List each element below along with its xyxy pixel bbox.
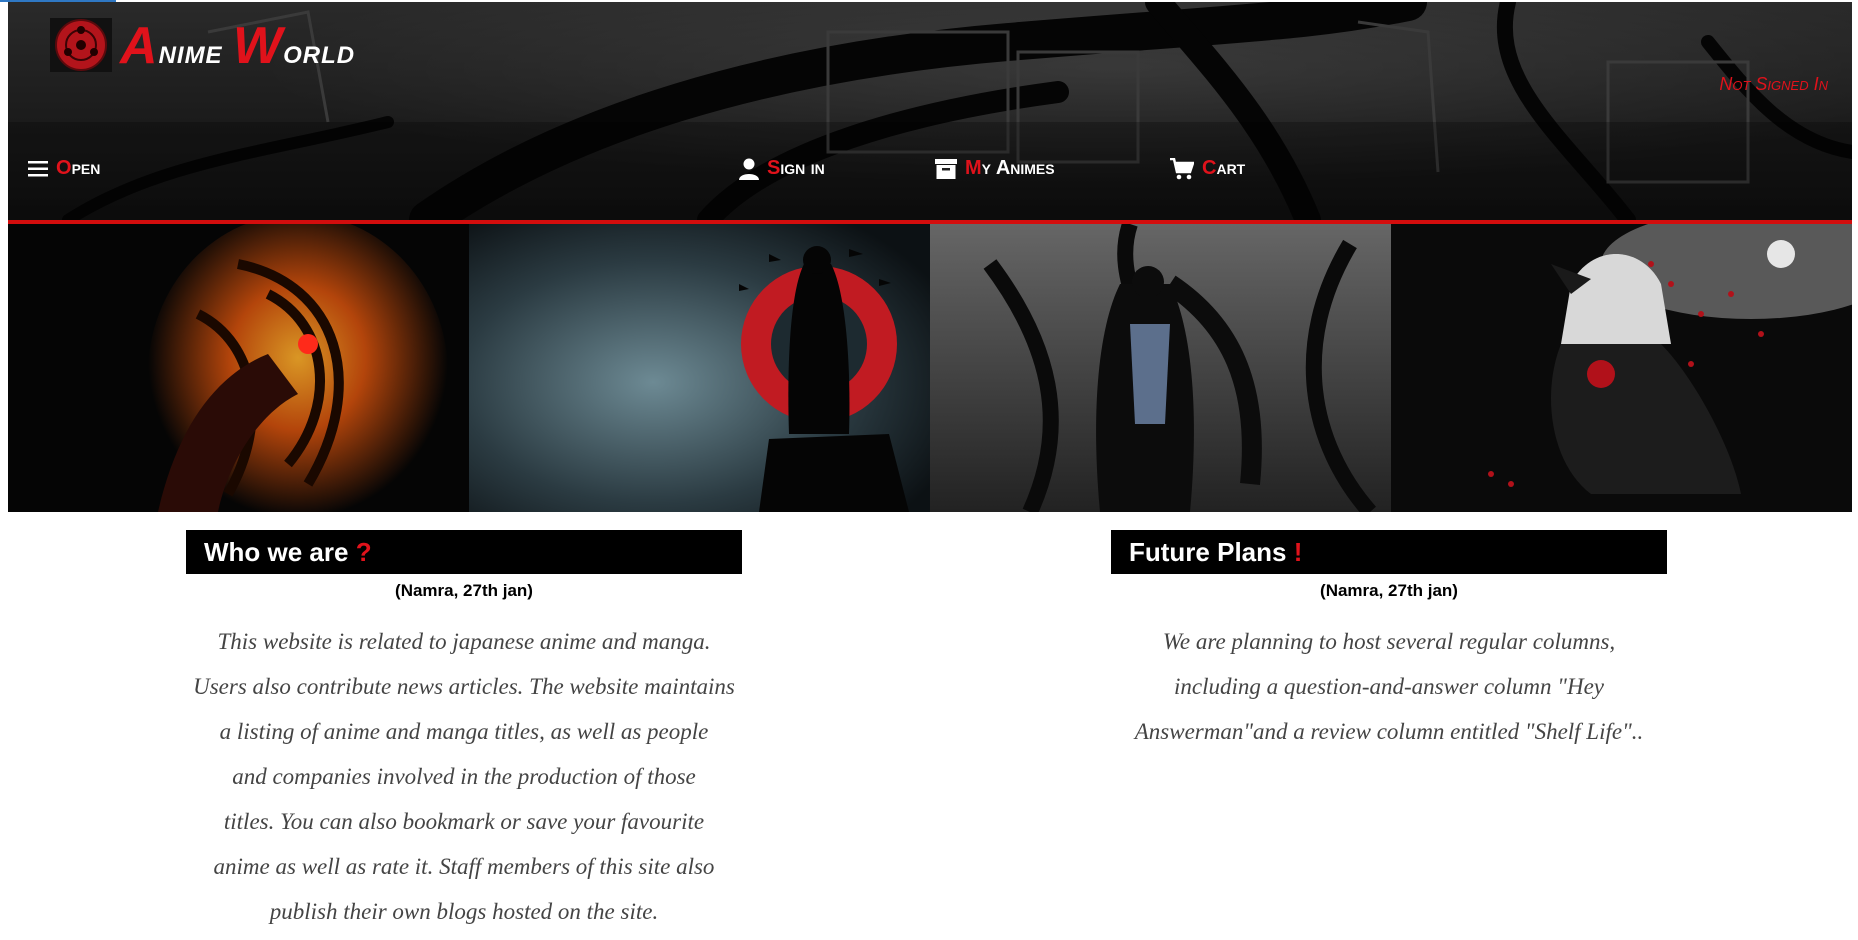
hamburger-icon — [28, 160, 48, 176]
section-who-we-are: Who we are ? (Namra, 27th jan) This webs… — [186, 530, 742, 934]
nav-sign-in[interactable]: Sign in — [739, 157, 825, 180]
logo-initial-w: W — [233, 17, 284, 75]
cart-icon — [1170, 157, 1194, 179]
section-future-plans: Future Plans ! (Namra, 27th jan) We are … — [1111, 530, 1667, 754]
section-byline: (Namra, 27th jan) — [395, 581, 533, 600]
site-header: Anime World Not Signed In Open Sign in M… — [8, 2, 1852, 220]
section-title-mark: ? — [355, 537, 372, 567]
section-byline: (Namra, 27th jan) — [1320, 581, 1458, 600]
section-title-text: Future Plans — [1129, 537, 1287, 567]
archive-icon — [935, 158, 957, 179]
nav-sign-in-first: S — [767, 157, 781, 179]
banner-image-vampire — [1391, 224, 1852, 512]
site-logo-text[interactable]: Anime World — [120, 20, 355, 72]
section-body: We are planning to host several regular … — [1134, 629, 1644, 744]
banner-image-obito — [8, 224, 469, 512]
logo-sharingan-icon[interactable] — [50, 18, 112, 72]
nav-open-first: O — [56, 157, 72, 179]
nav-sign-in-label: ign in — [780, 157, 825, 179]
section-title-mark: ! — [1293, 537, 1303, 567]
banner-image-itachi — [469, 224, 930, 512]
section-body: This website is related to japanese anim… — [193, 629, 735, 924]
section-title: Future Plans ! — [1111, 530, 1667, 574]
banner-image-ichigo — [930, 224, 1391, 512]
nav-open-label: pen — [71, 157, 101, 179]
nav-my-animes-label: y Animes — [981, 157, 1055, 179]
nav-my-animes-first: M — [965, 157, 982, 179]
nav-my-animes[interactable]: My Animes — [935, 157, 1055, 180]
logo-word-world: orld — [283, 33, 356, 71]
section-title: Who we are ? — [186, 530, 742, 574]
logo-initial-a: A — [120, 17, 159, 75]
logo-word-anime: nime — [158, 33, 223, 71]
nav-cart-label: art — [1216, 157, 1246, 179]
anime-banner-strip — [8, 224, 1852, 512]
nav-cart[interactable]: Cart — [1170, 157, 1245, 180]
auth-status-text: Not Signed In — [1719, 74, 1828, 94]
nav-open-menu[interactable]: Open — [28, 157, 100, 180]
user-icon — [739, 158, 759, 180]
section-title-text: Who we are — [204, 537, 349, 567]
nav-cart-first: C — [1202, 157, 1217, 179]
